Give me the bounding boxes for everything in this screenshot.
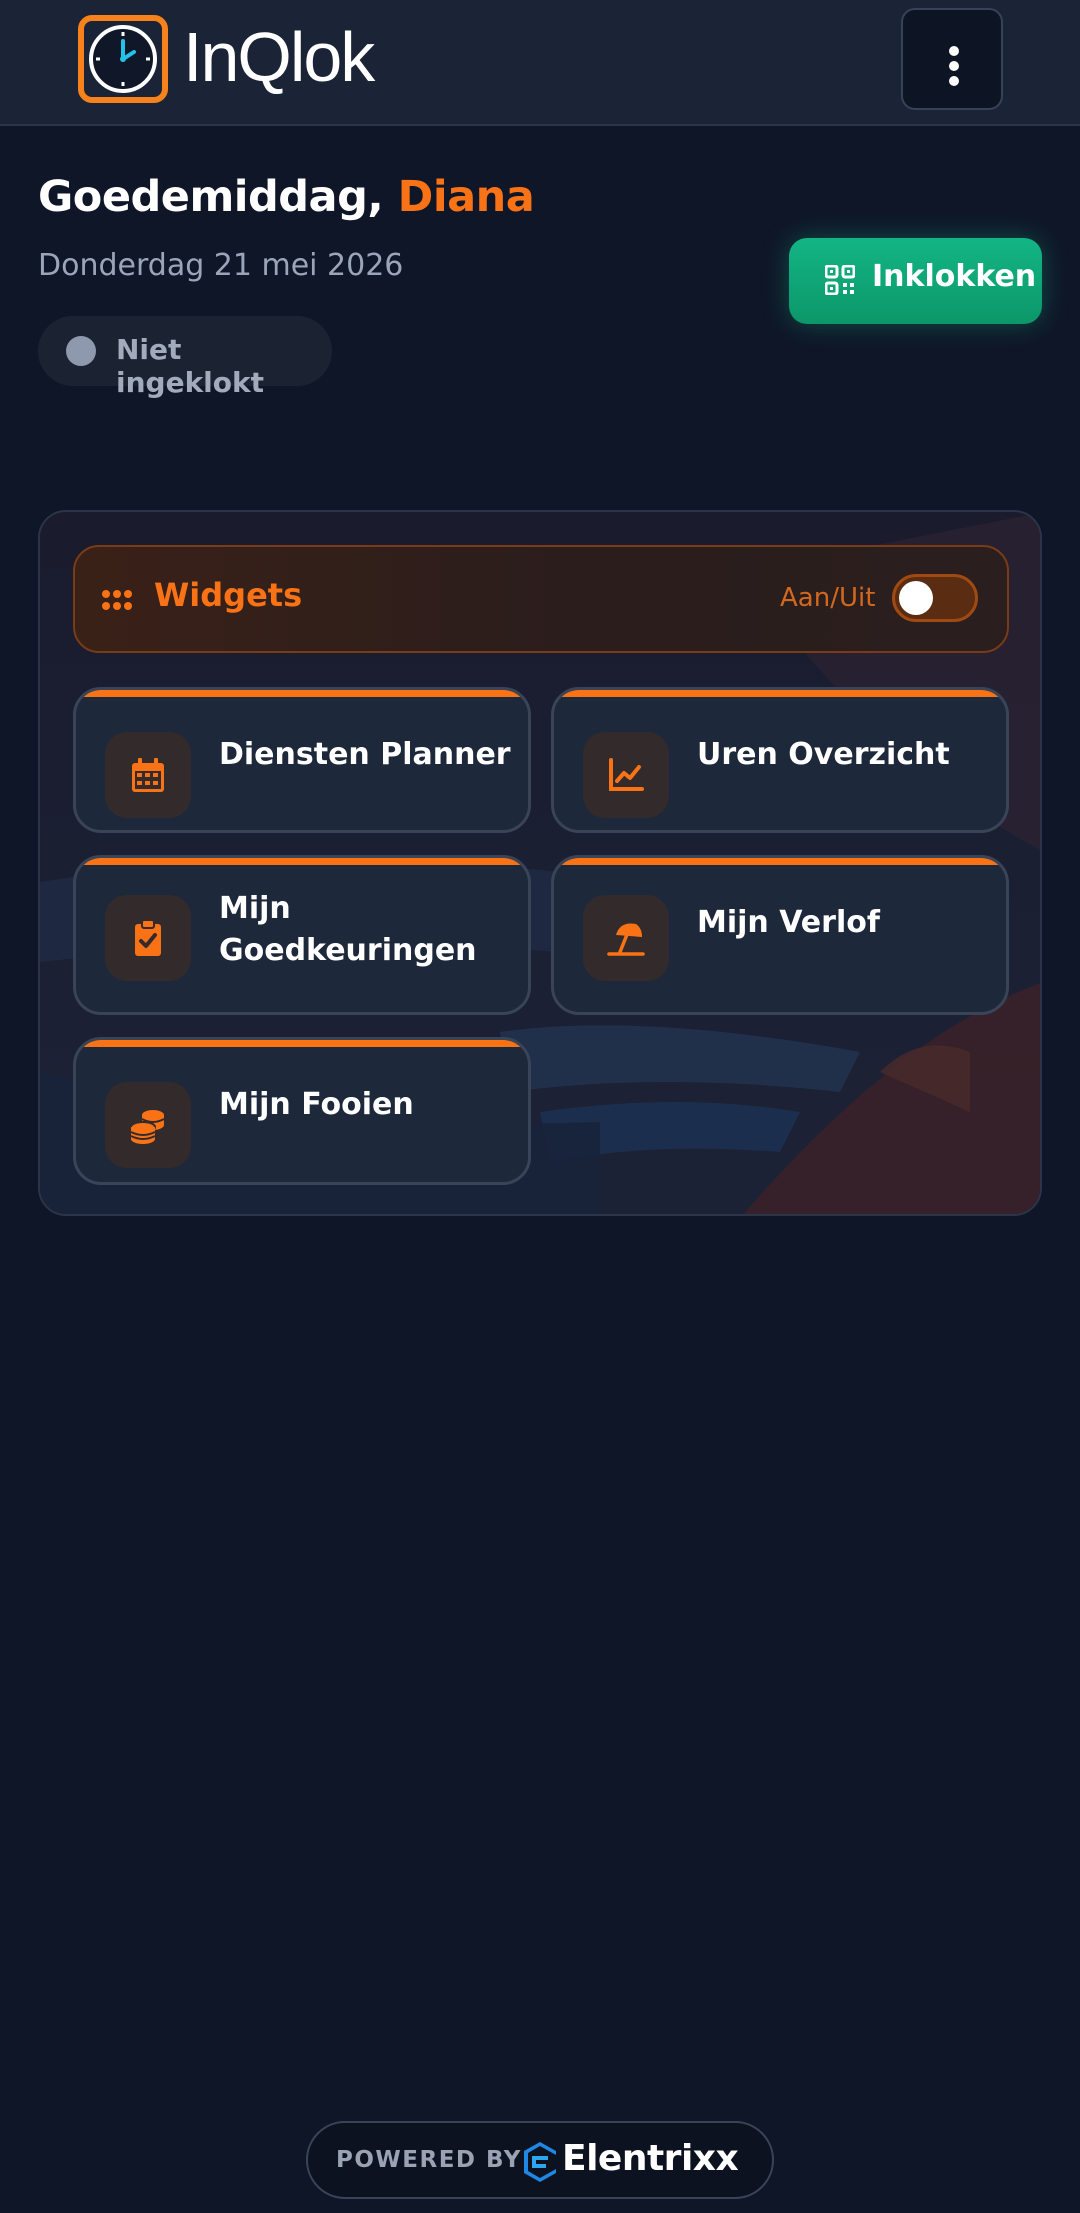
- clock-status-label: Niet ingeklokt: [116, 333, 265, 399]
- greeting-heading: Goedemiddag, Diana: [38, 172, 535, 222]
- widgets-title: Widgets: [154, 576, 303, 614]
- coins-icon: [105, 1082, 191, 1168]
- toggle-knob: [899, 581, 933, 615]
- widget-label-line: Diensten Planner: [219, 737, 511, 772]
- greeting-salutation: Goedemiddag,: [38, 172, 384, 222]
- clock-status-badge: Niet ingeklokt: [38, 316, 332, 399]
- tile-accent-bar: [554, 858, 1006, 865]
- elentrixx-logo-icon: [524, 2142, 556, 2182]
- toggle-label: Aan/Uit: [780, 583, 876, 613]
- powered-by-badge: POWERED BY Elentrixx: [306, 2121, 774, 2199]
- widgets-header: Widgets Aan/Uit: [73, 545, 1009, 653]
- brand-name: InQlok: [183, 18, 375, 96]
- widget-label: Mijn Fooien: [219, 1084, 414, 1126]
- user-name: Diana: [397, 172, 535, 222]
- widgets-toggle[interactable]: [892, 574, 978, 622]
- clock-in-label: Inklokken: [872, 259, 1037, 294]
- beach-umbrella-icon: [583, 895, 669, 981]
- calendar-icon: [105, 732, 191, 818]
- widget-mijn-goedkeuringen[interactable]: Mijn Goedkeuringen: [73, 855, 531, 1015]
- tile-accent-bar: [76, 1040, 528, 1047]
- widget-label-line: Mijn Verlof: [697, 905, 880, 940]
- more-dots-icon: [949, 46, 959, 56]
- widget-label-line: Uren Overzicht: [697, 737, 950, 772]
- widget-label: Mijn Verlof: [697, 902, 880, 944]
- more-dot: [949, 76, 959, 86]
- widget-diensten-planner[interactable]: Diensten Planner: [73, 687, 531, 833]
- more-menu-button[interactable]: [901, 8, 1003, 110]
- powered-by-label: POWERED BY: [336, 2147, 522, 2173]
- app-header: InQlok: [0, 0, 1080, 126]
- widget-label: Mijn Goedkeuringen: [219, 888, 477, 972]
- more-dot: [949, 61, 959, 71]
- home-screen: InQlok Goedemiddag, Diana Donderdag 21 m…: [0, 0, 1080, 2213]
- grid-dots-icon: [102, 590, 132, 610]
- widget-label-line: Mijn: [219, 891, 291, 926]
- clipboard-check-icon: [105, 895, 191, 981]
- widget-mijn-verlof[interactable]: Mijn Verlof: [551, 855, 1009, 1015]
- widget-uren-overzicht[interactable]: Uren Overzicht: [551, 687, 1009, 833]
- widget-label: Diensten Planner: [219, 734, 511, 776]
- qr-code-icon: [825, 265, 855, 295]
- widget-label: Uren Overzicht: [697, 734, 950, 776]
- widget-label-line: Mijn Fooien: [219, 1087, 414, 1122]
- clock-in-button[interactable]: Inklokken: [789, 238, 1042, 324]
- current-date: Donderdag 21 mei 2026: [38, 248, 404, 283]
- status-dot-icon: [66, 336, 96, 366]
- clock-logo-icon: [78, 15, 168, 103]
- tile-accent-bar: [76, 690, 528, 697]
- tile-accent-bar: [554, 690, 1006, 697]
- widget-label-line: Goedkeuringen: [219, 933, 477, 968]
- tile-accent-bar: [76, 858, 528, 865]
- widget-mijn-fooien[interactable]: Mijn Fooien: [73, 1037, 531, 1185]
- chart-line-icon: [583, 732, 669, 818]
- company-name: Elentrixx: [562, 2138, 739, 2179]
- widgets-panel: Widgets Aan/Uit Diensten Planner Uren Ov…: [38, 510, 1042, 1216]
